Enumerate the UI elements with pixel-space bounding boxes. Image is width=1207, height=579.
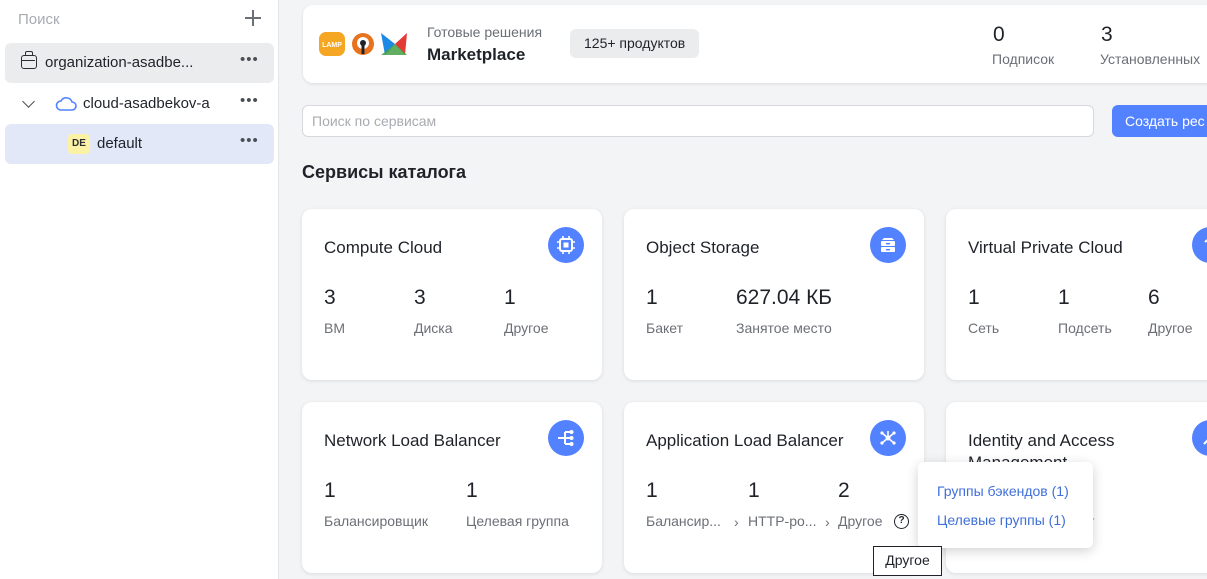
stat-value[interactable]: 1 xyxy=(748,479,760,503)
more-icon[interactable]: ••• xyxy=(240,133,258,151)
card-title: Virtual Private Cloud xyxy=(968,238,1123,257)
sidebar: Поиск organization-asadbe... ••• cloud-a… xyxy=(0,0,279,579)
tree-item-label: organization-asadbe... xyxy=(45,54,194,71)
tree-item-organization[interactable]: organization-asadbe... ••• xyxy=(5,43,274,83)
target-groups-link[interactable]: Целевые группы (1) xyxy=(937,512,1066,528)
stat-label: Балансировщик xyxy=(324,513,428,529)
stat-value[interactable]: 3 xyxy=(324,286,336,310)
storage-icon xyxy=(870,227,906,263)
briefcase-icon xyxy=(21,51,37,69)
stat-label: Занятое место xyxy=(736,320,832,336)
chevron-right-icon: › xyxy=(734,514,739,530)
section-title: Сервисы каталога xyxy=(302,162,467,182)
subscriptions-count: 0 xyxy=(993,23,1005,46)
marketplace-title: Marketplace xyxy=(427,45,526,64)
stat-value[interactable]: 3 xyxy=(414,286,426,310)
chevron-down-icon[interactable] xyxy=(22,95,35,108)
more-icon[interactable]: ••• xyxy=(240,52,258,70)
chip-icon xyxy=(548,227,584,263)
stat-label: Бакет xyxy=(646,320,683,336)
stat-value[interactable]: 1 xyxy=(646,479,658,503)
service-card-vpc[interactable]: Virtual Private Cloud 1 Сеть 1 Подсеть 6… xyxy=(946,209,1207,380)
stat-label: Диска xyxy=(414,320,453,336)
stat-label: Целевая группа xyxy=(466,513,569,529)
card-title: Compute Cloud xyxy=(324,238,443,257)
tooltip: Другое xyxy=(873,546,942,576)
card-title: Object Storage xyxy=(646,238,760,257)
folder-badge: DE xyxy=(68,134,90,154)
products-count-badge: 125+ продуктов xyxy=(570,29,700,58)
installed-count: 3 xyxy=(1101,23,1113,46)
network-icon xyxy=(1192,227,1207,263)
stat-value[interactable]: 6 xyxy=(1148,286,1160,310)
create-resource-button[interactable]: Создать рес xyxy=(1112,105,1207,137)
stat-label: ВМ xyxy=(324,320,345,336)
stat-label: Подсеть xyxy=(1058,320,1112,336)
stat-value[interactable]: 627.04 КБ xyxy=(736,286,832,310)
stat-label: HTTP-ро... xyxy=(748,513,817,529)
help-icon[interactable]: ? xyxy=(894,514,909,529)
plus-icon[interactable] xyxy=(244,9,262,27)
alb-icon xyxy=(870,420,906,456)
stat-value[interactable]: 1 xyxy=(324,479,336,503)
service-search-input[interactable] xyxy=(303,106,1093,136)
more-icon[interactable]: ••• xyxy=(240,93,258,111)
cloud-icon xyxy=(55,97,77,111)
iam-icon xyxy=(1192,420,1207,456)
installed-label: Установленных xyxy=(1100,51,1201,67)
stat-label[interactable]: Другое xyxy=(838,513,882,529)
card-title: Network Load Balancer xyxy=(324,431,501,450)
service-search[interactable] xyxy=(302,105,1094,137)
marketplace-subtitle: Готовые решения xyxy=(427,24,543,40)
marketplace-banner[interactable]: LAMP Готовые решения Marketplace 125+ пр… xyxy=(303,5,1207,83)
stat-value[interactable]: 1 xyxy=(968,286,980,310)
service-card-nlb[interactable]: Network Load Balancer 1 Балансировщик 1 … xyxy=(302,402,602,573)
sidebar-search[interactable]: Поиск xyxy=(0,0,278,40)
sidebar-search-input[interactable]: Поиск xyxy=(18,11,60,28)
service-card-compute[interactable]: Compute Cloud 3 ВМ 3 Диска 1 Другое xyxy=(302,209,602,380)
stat-value[interactable]: 1 xyxy=(646,286,658,310)
stat-label: Другое xyxy=(1148,320,1193,336)
stat-label: Другое xyxy=(504,320,549,336)
marketplace-logos: LAMP xyxy=(319,32,407,56)
svg-text:LAMP: LAMP xyxy=(322,42,342,49)
stat-value[interactable]: 2 xyxy=(838,479,850,503)
card-title: Application Load Balancer xyxy=(646,431,844,450)
stat-value[interactable]: 1 xyxy=(1058,286,1070,310)
balancer-icon xyxy=(548,420,584,456)
stat-label: Сеть xyxy=(968,320,1000,336)
tree-item-label: cloud-asadbekov-a xyxy=(83,95,210,112)
stat-value[interactable]: 1 xyxy=(504,286,516,310)
subscriptions-label: Подписок xyxy=(992,51,1055,67)
other-resources-popup: Группы бэкендов (1) Целевые группы (1) xyxy=(918,462,1093,548)
tree-item-label: default xyxy=(97,135,143,152)
tree-item-cloud[interactable]: cloud-asadbekov-a ••• xyxy=(5,84,274,124)
service-card-object-storage[interactable]: Object Storage 1 Бакет 627.04 КБ Занятое… xyxy=(624,209,924,380)
stat-label: Балансир... xyxy=(646,513,721,529)
tree-item-default[interactable]: DE default ••• xyxy=(5,124,274,164)
backend-groups-link[interactable]: Группы бэкендов (1) xyxy=(937,483,1069,499)
stat-value[interactable]: 1 xyxy=(466,479,478,503)
chevron-right-icon: › xyxy=(825,514,830,530)
